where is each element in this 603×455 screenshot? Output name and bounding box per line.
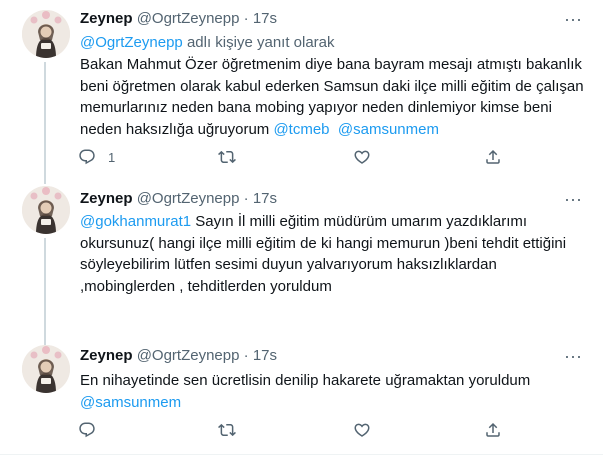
mention-link[interactable]: @gokhanmurat1 (80, 213, 191, 230)
timestamp[interactable]: 17s (253, 190, 277, 207)
retweet-icon (218, 421, 236, 439)
tweet-3[interactable]: Zeynep @OgrtZeynepp · 17s ··· En nihayet… (0, 335, 603, 455)
share-icon (484, 148, 502, 166)
tweet-1[interactable]: Zeynep @OgrtZeynepp · 17s ··· @OgrtZeyne… (0, 0, 603, 178)
more-icon[interactable]: ··· (563, 190, 583, 212)
tweet-actions: 1 (78, 147, 508, 167)
reply-icon (78, 148, 96, 166)
tweet-header: Zeynep @OgrtZeynepp · 17s (80, 347, 277, 365)
tweet-text: @gokhanmurat1 Sayın İl milli eğitim müdü… (80, 211, 585, 297)
more-icon[interactable]: ··· (563, 347, 583, 369)
user-handle[interactable]: @OgrtZeynepp (137, 10, 240, 27)
share-button[interactable] (484, 420, 502, 440)
like-button[interactable] (353, 420, 371, 440)
thread-line (44, 238, 46, 335)
tweet-text: Bakan Mahmut Özer öğretmenim diye bana b… (80, 54, 585, 140)
timestamp[interactable]: 17s (253, 347, 277, 364)
separator: · (243, 190, 249, 207)
timestamp[interactable]: 17s (253, 10, 277, 27)
like-button[interactable] (353, 147, 371, 167)
retweet-button[interactable] (218, 420, 236, 440)
share-button[interactable] (484, 147, 502, 167)
display-name[interactable]: Zeynep (80, 190, 133, 207)
mention-link[interactable]: @tcmeb (273, 121, 329, 138)
reply-to-link[interactable]: @OgrtZeynepp (80, 34, 183, 51)
tweet-header: Zeynep @OgrtZeynepp · 17s (80, 190, 277, 208)
more-icon[interactable]: ··· (563, 10, 583, 32)
tweet-body: Bakan Mahmut Özer öğretmenim diye bana b… (80, 56, 584, 138)
retweet-icon (218, 148, 236, 166)
reply-count: 1 (108, 149, 116, 165)
like-icon (353, 148, 371, 166)
like-icon (353, 421, 371, 439)
reply-context: @OgrtZeynepp adlı kişiye yanıt olarak (80, 34, 335, 52)
reply-to-label: adlı kişiye yanıt olarak (182, 34, 335, 51)
user-handle[interactable]: @OgrtZeynepp (137, 347, 240, 364)
reply-button[interactable]: 1 (78, 147, 115, 167)
separator: · (243, 347, 249, 364)
tweet-actions (78, 420, 508, 440)
retweet-button[interactable] (218, 147, 236, 167)
thread-line (44, 335, 46, 345)
mention-link[interactable]: @samsunmem (80, 394, 181, 411)
reply-icon (78, 421, 96, 439)
tweet-text: En nihayetinde sen ücretlisin denilip ha… (80, 370, 585, 413)
mention-link[interactable]: @samsunmem (338, 121, 439, 138)
display-name[interactable]: Zeynep (80, 347, 133, 364)
avatar[interactable] (22, 345, 70, 393)
reply-button[interactable] (78, 420, 96, 440)
tweet-2[interactable]: Zeynep @OgrtZeynepp · 17s ··· @gokhanmur… (0, 178, 603, 335)
display-name[interactable]: Zeynep (80, 10, 133, 27)
avatar[interactable] (22, 10, 70, 58)
share-icon (484, 421, 502, 439)
avatar[interactable] (22, 186, 70, 234)
tweet-body: En nihayetinde sen ücretlisin denilip ha… (80, 372, 531, 389)
thread-line (44, 178, 46, 184)
separator: · (243, 10, 249, 27)
tweet-header: Zeynep @OgrtZeynepp · 17s (80, 10, 277, 28)
thread-line (44, 62, 46, 178)
user-handle[interactable]: @OgrtZeynepp (137, 190, 240, 207)
